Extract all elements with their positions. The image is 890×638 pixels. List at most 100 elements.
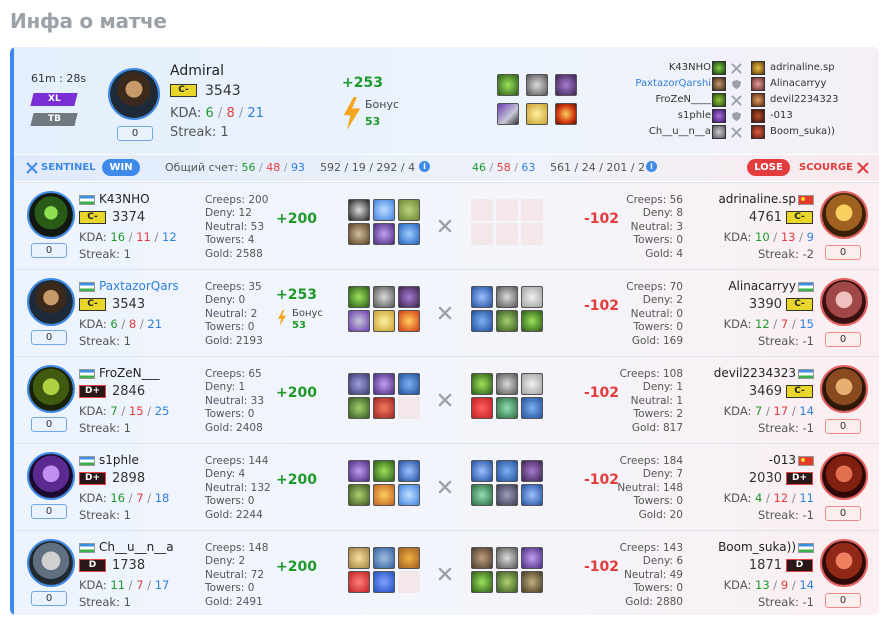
player-name[interactable]: s1phle	[99, 453, 139, 467]
player-avatar[interactable]	[108, 68, 160, 120]
player-kda: KDA: 6 / 8 / 21	[79, 317, 163, 331]
item-slot[interactable]	[398, 199, 420, 221]
item-slot[interactable]	[497, 74, 519, 96]
player-name[interactable]: adrinaline.sp	[696, 192, 796, 206]
item-slot[interactable]	[471, 373, 493, 395]
item-slot[interactable]	[471, 397, 493, 419]
item-slot[interactable]	[373, 223, 395, 245]
type-badge: TB	[30, 113, 78, 126]
matchup-left-name[interactable]: K43NHO	[570, 62, 711, 73]
hero-avatar[interactable]	[820, 365, 868, 413]
item-slot[interactable]	[373, 571, 395, 593]
player-name[interactable]: Boom_suka))	[696, 540, 796, 554]
hero-icon	[751, 61, 765, 75]
hero-avatar[interactable]	[27, 191, 75, 239]
item-slot[interactable]	[398, 547, 420, 569]
hero-avatar[interactable]	[27, 452, 75, 500]
player-mmr: 3543	[205, 83, 241, 99]
crossed-swords-icon	[438, 306, 452, 320]
player-mmr: 2846	[112, 384, 146, 399]
matchup-left-name[interactable]: PaxtazorQarshi	[570, 78, 711, 89]
item-slot[interactable]	[521, 286, 543, 308]
item-slot[interactable]	[373, 373, 395, 395]
player-name[interactable]: PaxtazorQars	[99, 279, 179, 293]
item-slot[interactable]	[348, 223, 370, 245]
player-name[interactable]: Ch__u__n__a	[99, 540, 174, 554]
hero-avatar[interactable]	[820, 191, 868, 239]
item-slot[interactable]	[398, 310, 420, 332]
item-slot[interactable]	[496, 571, 518, 593]
item-slot[interactable]	[496, 286, 518, 308]
item-slot[interactable]	[471, 547, 493, 569]
player-name[interactable]: FroZeN___	[99, 366, 160, 380]
item-slot[interactable]	[496, 484, 518, 506]
matchup-right-name[interactable]: -013	[770, 110, 793, 121]
hero-avatar[interactable]	[820, 278, 868, 326]
player-name[interactable]: Admiral	[170, 63, 224, 79]
item-slot[interactable]	[348, 460, 370, 482]
item-slot[interactable]	[348, 310, 370, 332]
item-slot[interactable]	[373, 310, 395, 332]
item-slot[interactable]	[471, 571, 493, 593]
matchup-left-name[interactable]: s1phle	[570, 110, 711, 121]
shield-icon	[731, 111, 742, 122]
item-slot[interactable]	[526, 74, 548, 96]
item-slot[interactable]	[521, 397, 543, 419]
item-slot[interactable]	[398, 223, 420, 245]
matchup-left-name[interactable]: FroZeN____	[570, 94, 711, 105]
item-slot[interactable]	[521, 484, 543, 506]
player-name[interactable]: Alinacarryy	[696, 279, 796, 293]
hero-avatar[interactable]	[820, 452, 868, 500]
item-slot[interactable]	[496, 373, 518, 395]
item-slot[interactable]	[373, 286, 395, 308]
player-name[interactable]: devil2234323	[696, 366, 796, 380]
scourge-score: 46 / 58 / 63	[472, 161, 536, 174]
item-slot[interactable]	[521, 310, 543, 332]
info-icon[interactable]: i	[419, 161, 430, 172]
item-slot[interactable]	[348, 547, 370, 569]
item-slot[interactable]	[373, 199, 395, 221]
item-slot[interactable]	[348, 373, 370, 395]
item-slot[interactable]	[526, 103, 548, 125]
item-slot[interactable]	[398, 373, 420, 395]
item-slot[interactable]	[521, 547, 543, 569]
player-name[interactable]: K43NHO	[99, 192, 150, 206]
item-slot[interactable]	[348, 199, 370, 221]
item-slot[interactable]	[521, 460, 543, 482]
item-slot[interactable]	[398, 484, 420, 506]
matchup-right-name[interactable]: Alinacarryy	[770, 78, 826, 89]
item-slot[interactable]	[496, 397, 518, 419]
item-slot[interactable]	[496, 460, 518, 482]
matchup-left-name[interactable]: Ch__u__n__a	[570, 126, 711, 137]
hero-avatar[interactable]	[27, 278, 75, 326]
player-kda: KDA: 12 / 7 / 15	[723, 317, 814, 331]
item-slot[interactable]	[348, 286, 370, 308]
item-slot[interactable]	[373, 397, 395, 419]
item-slot[interactable]	[471, 460, 493, 482]
item-slot[interactable]	[348, 397, 370, 419]
item-slot[interactable]	[497, 103, 519, 125]
hero-avatar[interactable]	[27, 539, 75, 587]
hero-avatar[interactable]	[820, 539, 868, 587]
item-slot[interactable]	[496, 310, 518, 332]
item-slot[interactable]	[496, 547, 518, 569]
item-slot[interactable]	[348, 484, 370, 506]
item-slot[interactable]	[398, 286, 420, 308]
item-slot[interactable]	[373, 460, 395, 482]
matchup-right-name[interactable]: adrinaline.sp	[770, 62, 835, 73]
info-icon[interactable]: i	[646, 161, 657, 172]
item-slot[interactable]	[471, 484, 493, 506]
item-slot[interactable]	[348, 571, 370, 593]
item-slot[interactable]	[521, 571, 543, 593]
matchup-right-name[interactable]: Boom_suka))	[770, 126, 835, 137]
hero-avatar[interactable]	[27, 365, 75, 413]
item-slot[interactable]	[471, 310, 493, 332]
matchup-right-name[interactable]: devil2234323	[770, 94, 839, 105]
item-slot[interactable]	[373, 547, 395, 569]
item-slot[interactable]	[398, 460, 420, 482]
player-name[interactable]: -013	[696, 453, 796, 467]
item-slot[interactable]	[373, 484, 395, 506]
item-slot[interactable]	[521, 373, 543, 395]
item-slot[interactable]	[471, 286, 493, 308]
total-score: Общий счет: 56 / 48 / 93	[165, 161, 305, 174]
